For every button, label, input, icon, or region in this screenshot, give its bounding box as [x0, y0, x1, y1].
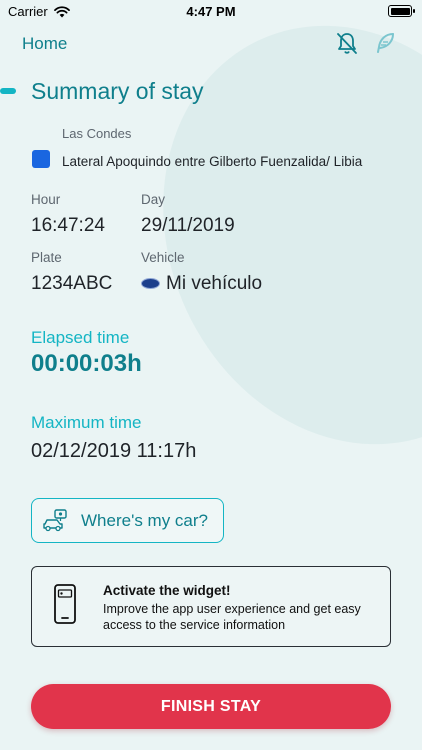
- day-label: Day: [141, 192, 166, 207]
- zone-color-square: [32, 150, 50, 168]
- widget-description: Improve the app user experience and get …: [103, 602, 361, 632]
- vehicle-value: Mi vehículo: [166, 273, 263, 294]
- phone-widget-icon: [54, 584, 76, 624]
- bell-off-icon[interactable]: [334, 30, 360, 56]
- elapsed-time-label: Elapsed time: [31, 328, 130, 347]
- region-label: Las Condes: [62, 126, 132, 141]
- wheres-my-car-button[interactable]: Where's my car?: [31, 498, 224, 543]
- navigation-bar: Home: [0, 28, 422, 60]
- day-value: 29/11/2019: [141, 215, 235, 236]
- finish-stay-button[interactable]: FINISH STAY: [31, 684, 391, 729]
- battery-icon: [388, 5, 415, 17]
- title-accent: [0, 88, 16, 94]
- activate-widget-card[interactable]: Activate the widget! Improve the app use…: [31, 566, 391, 647]
- car-location-icon: [43, 508, 67, 531]
- status-bar: Carrier 4:47 PM: [0, 0, 422, 24]
- elapsed-time-value: 00:00:03h: [31, 350, 142, 377]
- hour-value: 16:47:24: [31, 215, 105, 236]
- plate-label: Plate: [31, 250, 62, 265]
- vehicle-label: Vehicle: [141, 250, 185, 265]
- maximum-time-label: Maximum time: [31, 413, 142, 432]
- status-time: 4:47 PM: [186, 4, 236, 19]
- plate-value: 1234ABC: [31, 273, 113, 294]
- maximum-time-value: 02/12/2019 11:17h: [31, 440, 197, 462]
- page-title: Summary of stay: [31, 78, 204, 104]
- vehicle-brand-logo: [141, 278, 160, 289]
- edit-feather-icon[interactable]: [372, 30, 398, 56]
- hour-label: Hour: [31, 192, 61, 207]
- wheres-my-car-label: Where's my car?: [81, 510, 208, 530]
- home-button[interactable]: Home: [22, 34, 67, 54]
- widget-title: Activate the widget!: [103, 583, 231, 598]
- street-address: Lateral Apoquindo entre Gilberto Fuenzal…: [62, 154, 363, 169]
